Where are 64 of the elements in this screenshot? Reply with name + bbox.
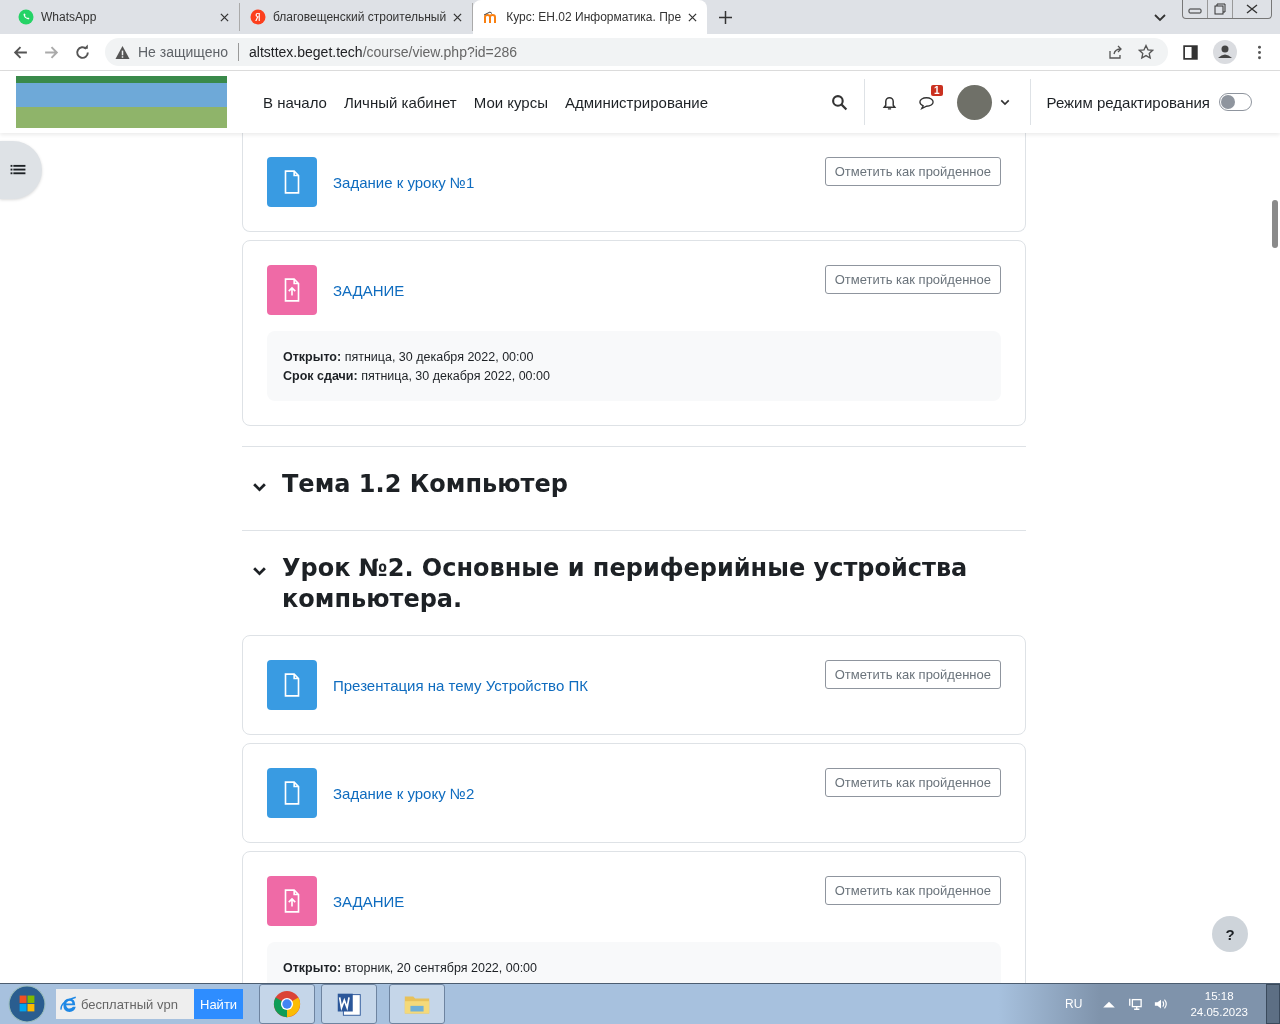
mark-done-button[interactable]: Отметить как пройденное bbox=[824, 876, 1001, 905]
network-icon[interactable] bbox=[1128, 997, 1143, 1011]
mark-done-button[interactable]: Отметить как пройденное bbox=[824, 768, 1001, 797]
upload-file-icon bbox=[267, 265, 317, 315]
help-button[interactable]: ? bbox=[1212, 916, 1248, 952]
close-icon[interactable] bbox=[688, 12, 698, 22]
folder-taskbar-icon[interactable] bbox=[389, 984, 445, 1024]
chevron-icon[interactable] bbox=[252, 566, 267, 577]
chrome-taskbar-icon[interactable] bbox=[259, 984, 315, 1024]
course-index-button[interactable] bbox=[0, 141, 42, 199]
mark-done-button[interactable]: Отметить как пройденное bbox=[824, 265, 1001, 294]
message-count-badge: 1 bbox=[930, 84, 943, 96]
security-label: Не защищено bbox=[138, 44, 228, 60]
reload-icon[interactable] bbox=[74, 43, 91, 61]
search-icon[interactable] bbox=[830, 93, 848, 111]
date-text: Открыто: вторник, 20 сентября 2022, 00:00 bbox=[283, 960, 539, 977]
close-icon[interactable] bbox=[453, 12, 463, 22]
date-text: Срок сдачи: пятница, 30 декабря 2022, 00:00 bbox=[283, 368, 551, 385]
activity-link[interactable]: ЗАДАНИЕ bbox=[333, 892, 405, 910]
document-icon bbox=[267, 768, 317, 818]
caret-icon[interactable] bbox=[999, 98, 1010, 106]
section-title[interactable]: Тема 1.2 Компьютер bbox=[282, 469, 568, 500]
chevron-down-icon[interactable] bbox=[1154, 14, 1166, 22]
chevron-icon[interactable] bbox=[252, 482, 267, 493]
document-icon bbox=[267, 157, 317, 207]
new-tab-icon[interactable] bbox=[719, 11, 733, 24]
edit-mode-label: Режим редактирования bbox=[1046, 93, 1210, 111]
browser-e-icon bbox=[60, 995, 78, 1013]
nav-link[interactable]: Личный кабинет bbox=[343, 93, 457, 111]
browser-tab[interactable]: Курс: ЕН.02 Информатика. Пре bbox=[473, 0, 708, 34]
whatsapp-icon bbox=[18, 9, 34, 25]
web-search-field[interactable]: бесплатный vpn bbox=[56, 989, 194, 1019]
profile-icon[interactable] bbox=[1213, 40, 1237, 64]
document-icon bbox=[267, 660, 317, 710]
clock[interactable]: 15:18 24.05.2023 bbox=[1190, 988, 1248, 1020]
nav-link[interactable]: Администрирование bbox=[565, 93, 709, 111]
date-text: Открыто: пятница, 30 декабря 2022, 00:00 bbox=[283, 349, 535, 366]
browser-tab[interactable]: благовещенский строительный bbox=[240, 3, 474, 31]
close-icon[interactable] bbox=[220, 12, 229, 22]
nav-link[interactable]: Мои курсы bbox=[473, 93, 548, 111]
mark-done-button[interactable]: Отметить как пройденное bbox=[824, 660, 1001, 689]
side-panel-icon[interactable] bbox=[1182, 43, 1199, 61]
star-icon[interactable] bbox=[1138, 44, 1154, 60]
word-taskbar-icon[interactable] bbox=[321, 984, 377, 1024]
share-icon[interactable] bbox=[1108, 44, 1124, 60]
section-title[interactable]: Урок №2. Основные и периферийные устройства компьютера. bbox=[282, 553, 1026, 615]
search-button[interactable]: Найти bbox=[194, 989, 243, 1019]
activity-link[interactable]: ЗАДАНИЕ bbox=[333, 281, 405, 299]
nav-link[interactable]: В начало bbox=[263, 93, 327, 111]
url-text: altsttex.beget.tech/course/view.php?id=286 bbox=[249, 44, 518, 60]
list-icon bbox=[10, 163, 26, 177]
upload-file-icon bbox=[267, 876, 317, 926]
yandex-icon bbox=[250, 9, 266, 25]
warning-icon bbox=[115, 44, 130, 60]
mark-done-button[interactable]: Отметить как пройденное bbox=[824, 157, 1001, 186]
activity-link[interactable]: Задание к уроку №2 bbox=[333, 784, 475, 802]
start-button[interactable] bbox=[8, 985, 46, 1023]
browser-tab[interactable]: WhatsApp bbox=[8, 3, 240, 31]
activity-link[interactable]: Презентация на тему Устройство ПК bbox=[333, 676, 588, 694]
address-bar[interactable]: Не защищено altsttex.beget.tech/course/view.php?id=286 bbox=[105, 38, 1168, 66]
speaker-icon[interactable] bbox=[1154, 997, 1169, 1011]
activity-link[interactable]: Задание к уроку №1 bbox=[333, 173, 475, 191]
avatar-placeholder[interactable] bbox=[956, 84, 992, 120]
scrollbar-thumb[interactable] bbox=[1272, 200, 1278, 248]
